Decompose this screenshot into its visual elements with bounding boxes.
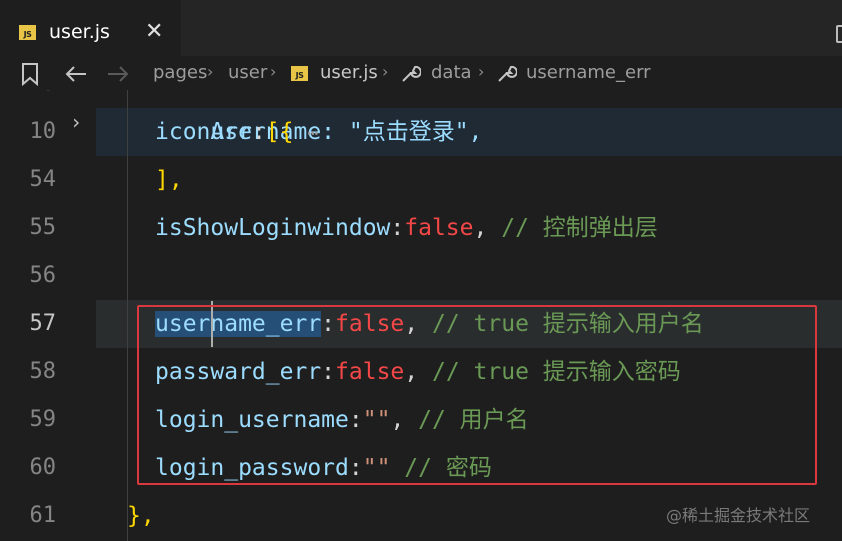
chevron-right-icon: › [382, 62, 389, 81]
split-editor-icon[interactable] [836, 25, 842, 43]
breadcrumb-item-file[interactable]: user.js [320, 62, 378, 83]
breadcrumb: pages › user › JS user.js › data › usern… [0, 56, 842, 90]
tab-bar: JS user.js ✕ [0, 0, 842, 56]
line-number: 10 [29, 119, 57, 144]
code-line-61: }, [127, 503, 155, 529]
breadcrumb-item-pages[interactable]: pages [153, 62, 207, 83]
chevron-right-icon[interactable]: › [70, 110, 82, 134]
chevron-right-icon: › [478, 62, 485, 81]
line-number: 9 [0, 90, 56, 108]
watermark: @稀土掘金技术社区 [666, 506, 811, 525]
wrench-icon [498, 65, 517, 82]
forward-arrow-icon[interactable] [106, 64, 130, 84]
line-number-active: 57 [29, 311, 57, 336]
code-editor[interactable]: › 9 10 54 55 56 57 58 59 60 61 username:… [0, 90, 842, 541]
js-file-icon: JS [291, 66, 308, 81]
tab-label: user.js [49, 21, 110, 43]
bookmark-icon[interactable] [20, 62, 40, 86]
code-line-54: ], [155, 167, 183, 193]
breadcrumb-item-username-err[interactable]: username_err [526, 62, 651, 83]
chevron-right-icon: › [270, 62, 277, 81]
line-number: 59 [29, 407, 57, 432]
breadcrumb-item-user[interactable]: user [228, 62, 267, 83]
line-number: 54 [29, 167, 57, 192]
folded-ellipsis[interactable]: ⋯ [307, 123, 318, 144]
wrench-icon [402, 65, 421, 82]
line-number: 56 [29, 263, 57, 288]
chevron-right-icon: › [207, 62, 214, 81]
js-file-icon: JS [19, 25, 36, 40]
tab-user-js[interactable]: JS user.js ✕ [0, 0, 181, 56]
line-number: 60 [29, 455, 57, 480]
breadcrumb-item-data[interactable]: data [431, 62, 472, 83]
line-number: 61 [29, 503, 57, 528]
close-icon[interactable]: ✕ [145, 19, 163, 45]
code-line-55: isShowLoginwindow:false, // 控制弹出层 [155, 215, 658, 241]
line-number: 55 [29, 215, 57, 240]
indent-guide [127, 90, 128, 541]
highlight-box [137, 305, 817, 485]
back-arrow-icon[interactable] [64, 64, 88, 84]
code-line-10: iconArr:[{ ⋯ [155, 119, 319, 145]
line-number: 58 [29, 359, 57, 384]
